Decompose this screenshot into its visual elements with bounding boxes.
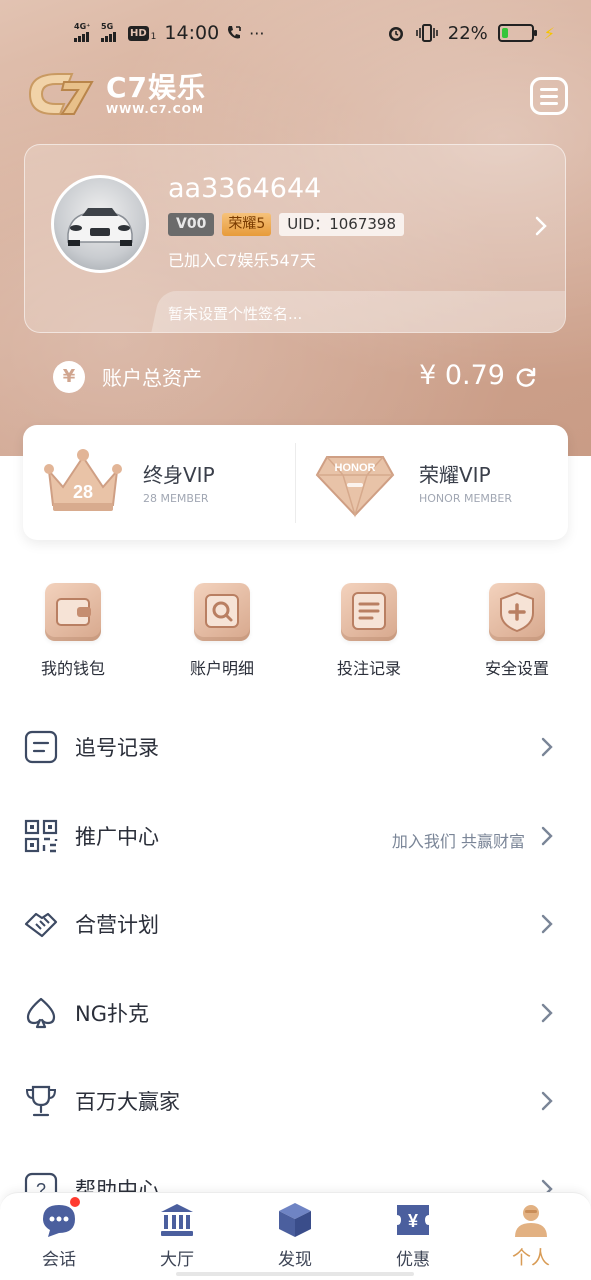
menu-hint: 加入我们 共赢财富 [391,832,525,851]
chevron-right-icon [541,826,553,846]
charging-bolt-icon: ⚡ [543,23,555,43]
tab-label: 优惠 [396,1250,430,1270]
vip-card: 28 终身VIP 28 MEMBER HONOR 荣耀VIP HONOR MEM… [23,425,568,540]
crown-icon: 28 [44,449,122,511]
total-assets-label: 账户总资产 [102,366,202,390]
shield-icon [489,583,545,641]
coupon-icon: ¥ [394,1201,432,1239]
chat-icon [40,1197,80,1239]
menu-label: 百万大赢家 [75,1090,180,1114]
quick-security-label: 安全设置 [484,659,549,678]
honor-vip-subtitle: HONOR MEMBER [419,492,513,505]
lobby-icon [158,1201,196,1239]
avatar[interactable] [51,175,149,273]
spade-icon [26,997,56,1029]
honor-vip-title: 荣耀VIP [419,463,491,487]
profile-card[interactable]: aa3364644 V00 荣耀5 UID：1067398 已加入C7娱乐547… [24,144,566,333]
menu-million-winner[interactable]: 百万大赢家 [0,1056,591,1144]
vip-level-badge: V00 [168,213,215,236]
menu-button[interactable] [530,77,568,115]
chevron-right-icon [541,1003,553,1023]
quick-wallet[interactable]: 我的钱包 [8,583,138,679]
hd-sub: 1 [150,32,157,42]
menu-label: 追号记录 [75,736,159,760]
search-icon [194,583,250,641]
vibrate-icon [415,24,438,42]
menu-label: 推广中心 [75,825,159,849]
tab-lobby[interactable]: 大厅 [127,1201,227,1270]
status-bar: 4G⁺ 5G HD 1 14:00 ··· 22% ⚡ [0,18,591,48]
chevron-right-icon [541,1091,553,1111]
tab-label: 发现 [278,1250,312,1270]
menu-icon [540,87,558,91]
username: aa3364644 [168,173,322,204]
chevron-right-icon [541,737,553,757]
diamond-text: HONOR [335,462,376,474]
quick-account-detail-label: 账户明细 [189,659,254,678]
qr-code-icon [24,819,58,853]
list-icon [341,583,397,641]
handshake-icon [24,912,58,938]
signature-text: 暂未设置个性签名... [168,305,303,323]
hd-icon: HD [128,25,149,41]
alarm-icon [388,27,403,41]
signal-4g-icon: 4G⁺ [74,22,90,42]
svg-text:¥: ¥ [408,1211,418,1231]
honor-diamond-icon: HONOR [315,456,395,518]
cube-icon [276,1201,314,1239]
lifetime-vip-title: 终身VIP [143,463,215,487]
lifetime-vip-subtitle: 28 MEMBER [143,492,209,505]
quick-bet-record-label: 投注记录 [336,659,401,678]
total-assets-value: ¥ 0.79 [419,360,505,391]
logo-url: WWW.C7.COM [106,102,204,116]
joined-days: 已加入C7娱乐547天 [168,251,316,270]
refresh-icon[interactable] [514,365,538,389]
logo-title: C7娱乐 [106,70,207,104]
signal-5g-icon: 5G [101,22,116,42]
chevron-right-icon [535,216,547,236]
quick-account-detail[interactable]: 账户明细 [157,583,287,679]
bottom-tab-bar: 会话 大厅 发现 ¥ 优惠 个人 [0,1192,591,1280]
quick-wallet-label: 我的钱包 [40,659,105,678]
uid-badge: UID：1067398 [279,213,405,236]
home-indicator [176,1272,414,1276]
tab-chat[interactable]: 会话 [9,1197,109,1270]
menu-ng-poker[interactable]: NG扑克 [0,968,591,1056]
battery-percent: 22% [447,22,488,44]
honor-vip[interactable]: HONOR 荣耀VIP HONOR MEMBER [296,425,568,540]
battery-icon [497,24,537,42]
menu-label: NG扑克 [75,1002,149,1026]
chevron-right-icon [541,914,553,934]
more-dots: ··· [249,23,265,43]
tab-promotions[interactable]: ¥ 优惠 [363,1201,463,1270]
menu-partnership-plan[interactable]: 合营计划 [0,879,591,967]
wallet-icon [45,583,101,641]
quick-bet-record[interactable]: 投注记录 [304,583,434,679]
person-icon [512,1201,550,1239]
menu-promotion-center[interactable]: 推广中心 加入我们 共赢财富 [0,791,591,879]
quick-security[interactable]: 安全设置 [452,583,582,679]
tab-discover[interactable]: 发现 [245,1201,345,1270]
tab-label: 大厅 [160,1250,194,1270]
tab-profile[interactable]: 个人 [481,1201,581,1270]
unread-badge [70,1197,80,1207]
menu-label: 合营计划 [75,913,159,937]
app-logo: C7娱乐 WWW.C7.COM [24,68,206,120]
lifetime-vip[interactable]: 28 终身VIP 28 MEMBER [23,425,295,540]
crown-number: 28 [73,482,93,502]
yen-icon: ¥ [53,361,85,393]
c7-logo-icon [28,73,94,115]
honor-level-badge: 荣耀5 [222,213,272,236]
tab-label: 会话 [42,1250,76,1270]
car-avatar-icon [67,208,133,246]
call-icon [228,26,241,39]
note-icon [24,730,58,764]
tab-label: 个人 [511,1247,550,1269]
clock: 14:00 [164,22,220,44]
menu-chase-record[interactable]: 追号记录 [0,702,591,790]
trophy-icon [25,1085,57,1117]
